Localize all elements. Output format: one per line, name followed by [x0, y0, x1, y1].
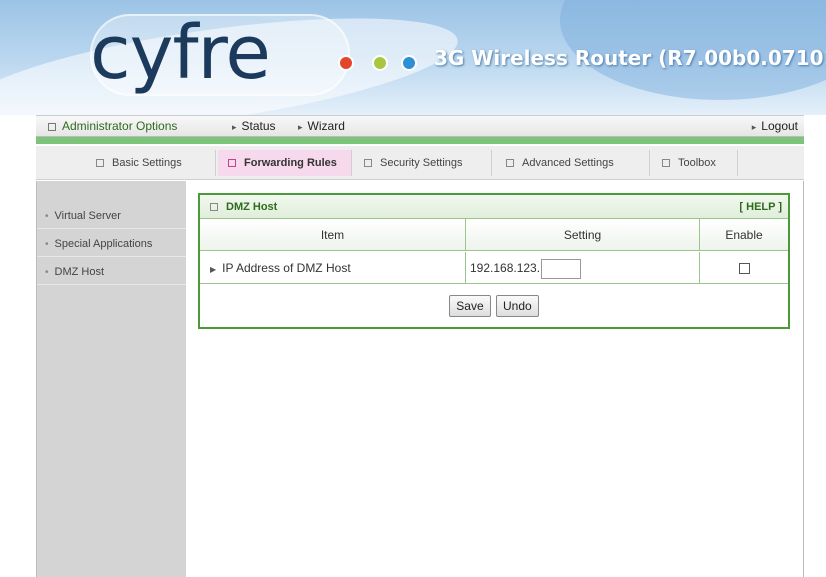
panel-title-label: DMZ Host — [226, 201, 278, 213]
sidebar-item-virtual-server[interactable]: • Virtual Server — [37, 203, 187, 229]
enable-checkbox[interactable] — [738, 263, 750, 275]
save-button[interactable]: Save — [449, 295, 491, 317]
top-navigation-bar: Administrator Options ▸ Status ▸ Wizard ▸ L… — [36, 115, 804, 137]
square-icon — [96, 159, 104, 168]
tab-security-settings[interactable]: Security Settings — [354, 150, 492, 176]
blue-dot-icon — [401, 55, 417, 71]
status-link[interactable]: ▸ Status — [232, 119, 276, 133]
green-divider — [36, 137, 804, 144]
arrow-right-icon: ▸ — [298, 122, 303, 132]
administrator-options-link[interactable]: Administrator Options — [48, 119, 177, 133]
square-icon — [228, 159, 236, 168]
tab-toolbox[interactable]: Toolbox — [652, 150, 738, 176]
table-cell-item: ▶ IP Address of DMZ Host — [200, 252, 466, 284]
tab-forwarding-rules[interactable]: Forwarding Rules — [218, 150, 352, 176]
square-icon — [48, 122, 56, 131]
table-cell-setting: 192.168.123. — [466, 252, 700, 284]
main-content: DMZ Host [ HELP ] Item Setting Enable ▶ I… — [186, 181, 804, 577]
tab-label: Toolbox — [678, 157, 716, 169]
arrow-right-icon: ▸ — [751, 122, 757, 132]
button-row: Save Undo — [200, 285, 788, 327]
logout-link[interactable]: ▸ Logout — [752, 119, 798, 133]
table-cell-enable — [700, 252, 788, 284]
sidebar-item-dmz-host[interactable]: • DMZ Host — [37, 259, 187, 285]
panel-title: DMZ Host — [210, 195, 277, 219]
panel-header: DMZ Host [ HELP ] — [200, 195, 788, 219]
sidebar-item-special-applications[interactable]: • Special Applications — [37, 231, 187, 257]
tab-label: Advanced Settings — [522, 157, 614, 169]
dmz-host-panel: DMZ Host [ HELP ] Item Setting Enable ▶ I… — [198, 193, 790, 329]
column-header-enable: Enable — [700, 219, 788, 251]
bullet-icon: • — [45, 239, 49, 250]
arrow-right-icon: ▸ — [232, 122, 237, 132]
bullet-icon: • — [45, 267, 49, 278]
sidebar-item-label: Special Applications — [54, 238, 153, 250]
bullet-icon: • — [45, 211, 49, 222]
square-icon — [506, 159, 514, 168]
header-banner: cyfre 3G Wireless Router (R7.00b0.071017… — [0, 0, 826, 115]
ip-prefix-text: 192.168.123. — [470, 261, 541, 275]
product-title: 3G Wireless Router (R7.00b0.071017) — [434, 46, 826, 70]
tab-label: Security Settings — [380, 157, 463, 169]
tab-label: Basic Settings — [112, 157, 182, 169]
red-dot-icon — [338, 55, 354, 71]
column-header-item: Item — [200, 219, 466, 251]
sidebar: • Virtual Server • Special Applications • D… — [36, 181, 187, 577]
tab-label: Forwarding Rules — [244, 157, 337, 169]
tab-basic-settings[interactable]: Basic Settings — [86, 150, 216, 176]
main-tab-bar: Basic Settings Forwarding Rules Security… — [36, 146, 804, 180]
administrator-options-label: Administrator Options — [62, 119, 178, 133]
square-icon — [364, 159, 372, 168]
row-label: IP Address of DMZ Host — [222, 261, 351, 275]
brand-logo: cyfre — [90, 10, 271, 96]
sidebar-item-label: Virtual Server — [54, 210, 121, 222]
undo-button[interactable]: Undo — [496, 295, 539, 317]
status-label: Status — [241, 119, 276, 133]
column-header-setting: Setting — [466, 219, 700, 251]
wizard-label: Wizard — [307, 119, 345, 133]
wizard-link[interactable]: ▸ Wizard — [298, 119, 345, 133]
tab-advanced-settings[interactable]: Advanced Settings — [496, 150, 650, 176]
arrow-right-icon: ▶ — [210, 265, 217, 274]
square-icon — [210, 203, 218, 212]
logout-label: Logout — [761, 119, 798, 133]
dmz-ip-last-octet-input[interactable] — [541, 258, 582, 279]
sidebar-item-label: DMZ Host — [54, 266, 105, 278]
square-icon — [662, 159, 670, 168]
help-link[interactable]: [ HELP ] — [739, 195, 782, 219]
green-dot-icon — [372, 55, 388, 71]
